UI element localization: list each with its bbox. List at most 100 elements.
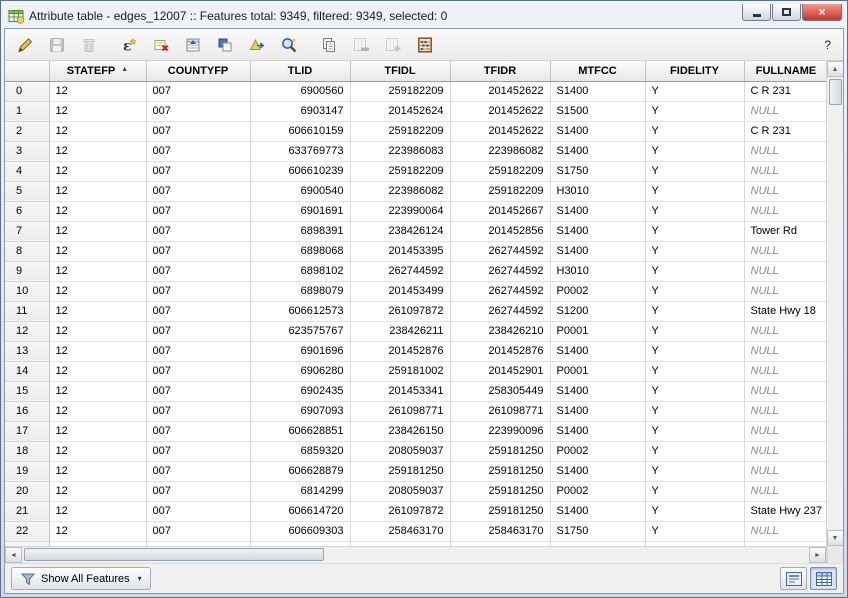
zoom-to-selected-button[interactable]: [275, 32, 303, 58]
cell-tfidl[interactable]: 223986082: [350, 181, 450, 201]
cell-statefp[interactable]: 12: [49, 341, 146, 361]
row-number[interactable]: 1: [5, 101, 49, 121]
row-number[interactable]: 20: [5, 481, 49, 501]
cell-countyfp[interactable]: 007: [146, 481, 250, 501]
cell-tfidl[interactable]: 238426211: [350, 321, 450, 341]
horizontal-scroll-track[interactable]: [22, 547, 809, 563]
cell-tfidl[interactable]: 223986083: [350, 141, 450, 161]
cell-tlid[interactable]: 6898068: [250, 241, 350, 261]
cell-tfidl[interactable]: 201453395: [350, 241, 450, 261]
cell-mtfcc[interactable]: P0002: [550, 281, 645, 301]
cell-tfidl[interactable]: 208059037: [350, 481, 450, 501]
cell-fullname[interactable]: NULL: [744, 161, 826, 181]
cell-tfidr[interactable]: 259181250: [450, 441, 550, 461]
cell-tfidr[interactable]: 262744592: [450, 261, 550, 281]
cell-fidelity[interactable]: Y: [645, 381, 744, 401]
cell-fidelity[interactable]: Y: [645, 421, 744, 441]
row-number[interactable]: 22: [5, 521, 49, 541]
cell-statefp[interactable]: 12: [49, 381, 146, 401]
row-number[interactable]: 8: [5, 241, 49, 261]
cell-mtfcc[interactable]: H3010: [550, 261, 645, 281]
cell-countyfp[interactable]: 007: [146, 261, 250, 281]
cell-tfidr[interactable]: 259182209: [450, 161, 550, 181]
cell-tlid[interactable]: 6898391: [250, 221, 350, 241]
cell-statefp[interactable]: 12: [49, 241, 146, 261]
cell-countyfp[interactable]: 007: [146, 421, 250, 441]
cell-fullname[interactable]: NULL: [744, 461, 826, 481]
cell-tlid[interactable]: 6900560: [250, 81, 350, 101]
cell-tfidl[interactable]: 259181002: [350, 361, 450, 381]
cell-tfidl[interactable]: 261098771: [350, 401, 450, 421]
cell-tfidl[interactable]: 201453499: [350, 281, 450, 301]
cell-tlid[interactable]: 606612573: [250, 301, 350, 321]
cell-mtfcc[interactable]: S1400: [550, 421, 645, 441]
row-number[interactable]: 5: [5, 181, 49, 201]
cell-mtfcc[interactable]: S1400: [550, 401, 645, 421]
select-by-expression-button[interactable]: ε: [115, 32, 143, 58]
cell-tlid[interactable]: 6814299: [250, 481, 350, 501]
scroll-up-icon[interactable]: ▲: [827, 61, 844, 77]
cell-fullname[interactable]: NULL: [744, 181, 826, 201]
minimize-button[interactable]: [742, 4, 771, 21]
table-view-button[interactable]: [810, 567, 837, 590]
cell-countyfp[interactable]: 007: [146, 521, 250, 541]
show-all-features-button[interactable]: Show All Features ▾: [11, 567, 151, 590]
cell-tfidl[interactable]: 261097872: [350, 301, 450, 321]
cell-tlid[interactable]: 606628879: [250, 461, 350, 481]
cell-tlid[interactable]: 6907093: [250, 401, 350, 421]
column-header-tfidr[interactable]: TFIDR: [450, 61, 550, 81]
cell-fullname[interactable]: C R 231: [744, 121, 826, 141]
cell-mtfcc[interactable]: S1200: [550, 301, 645, 321]
move-selection-to-top-button[interactable]: [179, 32, 207, 58]
unselect-all-button[interactable]: [147, 32, 175, 58]
cell-tfidr[interactable]: 259181250: [450, 481, 550, 501]
row-number[interactable]: 17: [5, 421, 49, 441]
cell-fidelity[interactable]: Y: [645, 241, 744, 261]
cell-countyfp[interactable]: 007: [146, 221, 250, 241]
cell-mtfcc[interactable]: S1400: [550, 201, 645, 221]
cell-fidelity[interactable]: Y: [645, 201, 744, 221]
horizontal-scroll-thumb[interactable]: [24, 548, 324, 561]
cell-fullname[interactable]: NULL: [744, 141, 826, 161]
vertical-scrollbar[interactable]: ▲ ▼: [826, 61, 843, 563]
cell-fidelity[interactable]: Y: [645, 301, 744, 321]
cell-tfidl[interactable]: 262744592: [350, 261, 450, 281]
cell-fullname[interactable]: NULL: [744, 441, 826, 461]
cell-fullname[interactable]: NULL: [744, 281, 826, 301]
row-number[interactable]: 15: [5, 381, 49, 401]
cell-tlid[interactable]: 6859320: [250, 441, 350, 461]
cell-tlid[interactable]: 6900540: [250, 181, 350, 201]
cell-mtfcc[interactable]: S1400: [550, 381, 645, 401]
cell-fidelity[interactable]: Y: [645, 401, 744, 421]
cell-fullname[interactable]: NULL: [744, 521, 826, 541]
cell-statefp[interactable]: 12: [49, 441, 146, 461]
cell-mtfcc[interactable]: S1400: [550, 221, 645, 241]
cell-statefp[interactable]: 12: [49, 181, 146, 201]
cell-tfidr[interactable]: 261098771: [450, 401, 550, 421]
cell-tlid[interactable]: 623575767: [250, 321, 350, 341]
invert-selection-button[interactable]: [211, 32, 239, 58]
cell-fidelity[interactable]: Y: [645, 101, 744, 121]
cell-countyfp[interactable]: 007: [146, 281, 250, 301]
close-button[interactable]: ×: [802, 4, 842, 21]
cell-tlid[interactable]: 606609303: [250, 521, 350, 541]
cell-tlid[interactable]: 6903147: [250, 101, 350, 121]
cell-countyfp[interactable]: 007: [146, 101, 250, 121]
cell-tfidr[interactable]: 262744592: [450, 241, 550, 261]
cell-countyfp[interactable]: 007: [146, 241, 250, 261]
row-number[interactable]: 0: [5, 81, 49, 101]
cell-statefp[interactable]: 12: [49, 301, 146, 321]
maximize-button[interactable]: [772, 4, 801, 21]
cell-fullname[interactable]: NULL: [744, 201, 826, 221]
column-header-countyfp[interactable]: COUNTYFP: [146, 61, 250, 81]
cell-tfidr[interactable]: 201452622: [450, 121, 550, 141]
cell-fidelity[interactable]: Y: [645, 501, 744, 521]
cell-statefp[interactable]: 12: [49, 321, 146, 341]
cell-tfidl[interactable]: 223990064: [350, 201, 450, 221]
cell-statefp[interactable]: 12: [49, 81, 146, 101]
cell-tfidr[interactable]: 201452622: [450, 81, 550, 101]
row-number[interactable]: 4: [5, 161, 49, 181]
cell-statefp[interactable]: 12: [49, 201, 146, 221]
cell-countyfp[interactable]: 007: [146, 161, 250, 181]
cell-mtfcc[interactable]: H3010: [550, 181, 645, 201]
